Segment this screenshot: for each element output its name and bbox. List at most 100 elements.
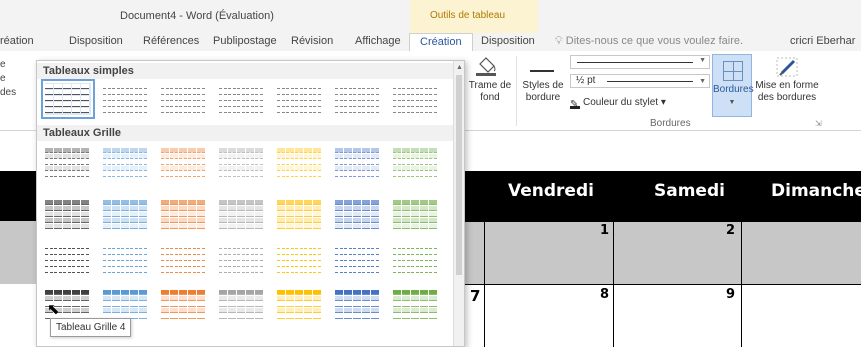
thumbnail-cell [353,206,361,211]
pen-weight-select[interactable]: ½ pt ▼ [570,74,710,88]
thumbnail-cell [188,154,196,159]
thumbnail-cell [286,250,294,255]
tab-revision[interactable]: Révision [291,35,333,47]
tab-references[interactable]: Références [143,35,199,47]
thumbnail-cell [335,90,343,95]
style-grid-2-navy[interactable] [335,199,381,231]
date-cell[interactable]: 2 [726,223,735,238]
thumbnail-cell [362,172,370,177]
thumbnail-cell [54,250,62,255]
style-grid-4-gold[interactable] [277,289,323,321]
thumbnail-cell [362,296,370,301]
thumbnail-cell [411,166,419,171]
style-grid-4-gray[interactable] [219,289,265,321]
thumbnail-cell [45,290,53,295]
style-grid-3-gold[interactable] [277,243,323,275]
thumbnail-cell [103,172,111,177]
border-styles-button[interactable]: Styles de bordure [520,52,566,116]
style-grid-3-gray[interactable] [219,243,265,275]
thumbnail-cell [362,212,370,217]
style-simple-1[interactable] [41,79,95,119]
scrollbar-thumb[interactable] [456,75,462,275]
style-simple-3[interactable] [161,83,207,115]
style-grid-1-green[interactable] [393,147,439,179]
style-grid-3-black[interactable] [45,243,91,275]
tab-creation-table[interactable]: Création [409,33,473,52]
tell-me-box[interactable]: 💡︎ Dites-nous ce que vous voulez faire. [555,35,743,48]
tab-disposition-table[interactable]: Disposition [481,35,535,47]
style-grid-2-black[interactable] [45,199,91,231]
style-grid-1-gold[interactable] [277,147,323,179]
thumbnail-cell [304,268,312,273]
style-grid-2-green[interactable] [393,199,439,231]
thumbnail-cell [121,96,129,101]
style-grid-1-gray[interactable] [219,147,265,179]
style-grid-4-blue[interactable] [103,289,149,321]
dialog-launcher-icon[interactable]: ⇲ [815,119,822,128]
style-simple-2[interactable] [103,83,149,115]
date-cell[interactable]: 9 [726,287,735,302]
thumbnail-cell [72,250,80,255]
style-grid-3-green[interactable] [393,243,439,275]
user-name[interactable]: cricri Eberhar [790,35,855,47]
thumbnail-cell [237,244,245,249]
thumbnail-cell [255,308,263,313]
thumbnail-cell [121,250,129,255]
thumbnail-cell [304,314,312,319]
style-grid-2-gold[interactable] [277,199,323,231]
style-grid-2-gray[interactable] [219,199,265,231]
thumbnail-cell [130,172,138,177]
style-grid-3-orange[interactable] [161,243,207,275]
thumbnail-cell [411,200,419,205]
style-grid-4-green[interactable] [393,289,439,321]
thumbnail-cell [139,244,147,249]
date-cell[interactable]: 1 [600,223,609,238]
tab-publipostage[interactable]: Publipostage [213,35,277,47]
style-grid-2-blue[interactable] [103,199,149,231]
shading-button[interactable]: Trame de fond [466,52,514,116]
thumbnail-cell [393,308,401,313]
pen-color-button[interactable]: ✎ Couleur du stylet ▾ [570,97,666,110]
thumbnail-cell [228,212,236,217]
thumbnail-cell [81,102,89,107]
style-grid-3-blue[interactable] [103,243,149,275]
thumbnail-cell [411,302,419,307]
style-grid-3-navy[interactable] [335,243,381,275]
style-grid-4-navy[interactable] [335,289,381,321]
borders-button[interactable]: Bordures ▼ [712,54,754,117]
tab-disposition[interactable]: Disposition [69,35,123,47]
border-painter-button[interactable]: Mise en forme des bordures [754,52,820,116]
style-simple-7[interactable] [393,83,439,115]
style-grid-4-orange[interactable] [161,289,207,321]
thumbnail-cell [313,148,321,153]
thumbnail-cell [139,296,147,301]
thumbnail-cell [420,250,428,255]
thumbnail-cell [130,250,138,255]
tab-creation-doc[interactable]: réation [0,35,34,47]
thumbnail-cell [429,244,437,249]
style-grid-1-orange[interactable] [161,147,207,179]
date-cell[interactable]: 8 [600,287,609,302]
tab-affichage[interactable]: Affichage [355,35,401,47]
style-grid-1-navy[interactable] [335,147,381,179]
style-simple-6[interactable] [335,83,381,115]
thumbnail-cell [228,268,236,273]
scroll-up-icon[interactable]: ▲ [456,64,463,71]
thumbnail-cell [219,212,227,217]
style-grid-1-blue[interactable] [103,147,149,179]
style-simple-5[interactable] [277,83,323,115]
thumbnail-cell [112,308,120,313]
thumbnail-cell [130,290,138,295]
style-grid-1-black[interactable] [45,147,91,179]
thumbnail-cell [313,290,321,295]
date-cell[interactable]: 7 [470,287,480,305]
thumbnail-cell [81,244,89,249]
thumbnail-cell [72,262,80,267]
gallery-scrollbar[interactable]: ▲ [453,61,464,346]
style-simple-4[interactable] [219,83,265,115]
thumbnail-cell [170,160,178,165]
thumbnail-cell [228,84,236,89]
style-grid-2-orange[interactable] [161,199,207,231]
thumbnail-cell [295,244,303,249]
pen-style-select[interactable]: ▼ [570,55,710,69]
